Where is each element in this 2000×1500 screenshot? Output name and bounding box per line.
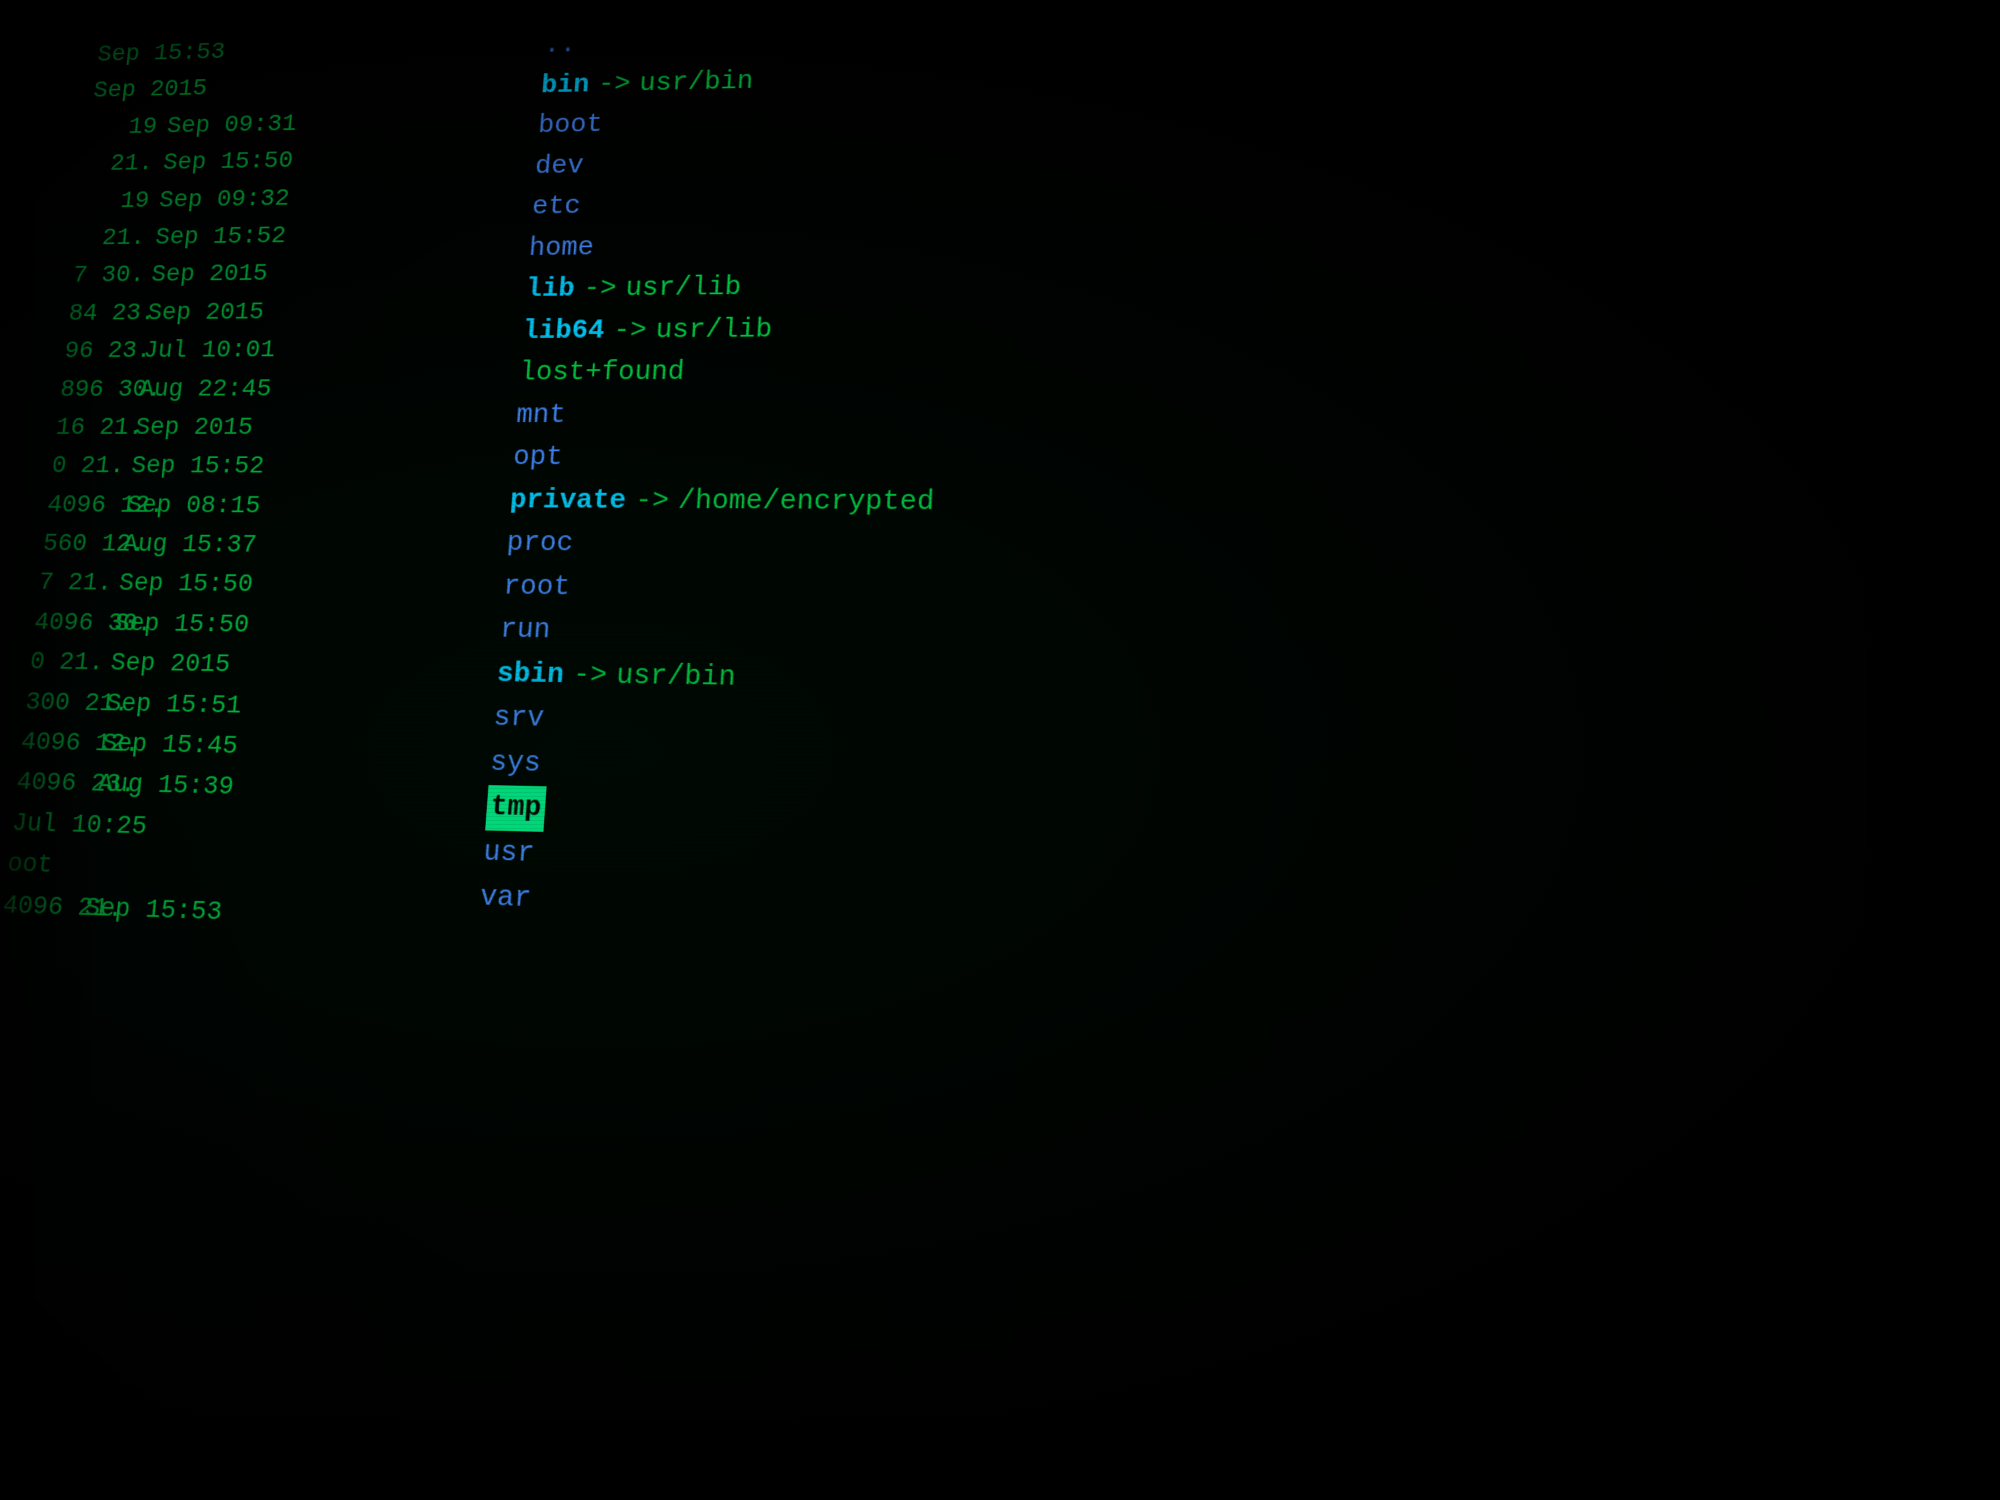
content-wrapper: Sep 15:53 Sep 2015 19 Sep 09:31 21. Sep … <box>0 0 2000 1500</box>
ls-row: 84 23. Sep 2015 <box>67 292 490 333</box>
ls-row: 0 21. Sep 2015 <box>28 643 462 690</box>
ls-row: 7 30. Sep 2015 <box>71 253 493 295</box>
dir-entry-opt: opt <box>512 437 2000 484</box>
dir-entry-lost-found: lost+found <box>518 344 2000 394</box>
terminal-screen: Sep 15:53 Sep 2015 19 Sep 09:31 21. Sep … <box>0 0 2000 1500</box>
right-column: .. bin -> usr/bin boot dev etc ho <box>398 0 2000 1500</box>
ls-row: 896 30. Aug 22:45 <box>58 369 484 409</box>
ls-row: 4096 30. Sep 15:50 <box>32 603 465 648</box>
columns-container: Sep 15:53 Sep 2015 19 Sep 09:31 21. Sep … <box>0 0 2000 1500</box>
ls-row: 4096 12. Sep 08:15 <box>45 486 474 527</box>
ls-row: 560 12. Aug 15:37 <box>41 525 471 568</box>
ls-row: 96 23. Jul 10:01 <box>62 330 486 371</box>
ls-row: 0 21. Sep 15:52 <box>50 447 478 487</box>
ls-row: 19 Sep 09:32 <box>79 177 499 221</box>
ls-row: 16 21. Sep 2015 <box>54 408 481 447</box>
ls-row: 21. Sep 15:52 <box>75 215 496 258</box>
ls-row: 7 21. Sep 15:50 <box>37 564 469 608</box>
dir-entry-mnt: mnt <box>515 390 2000 437</box>
